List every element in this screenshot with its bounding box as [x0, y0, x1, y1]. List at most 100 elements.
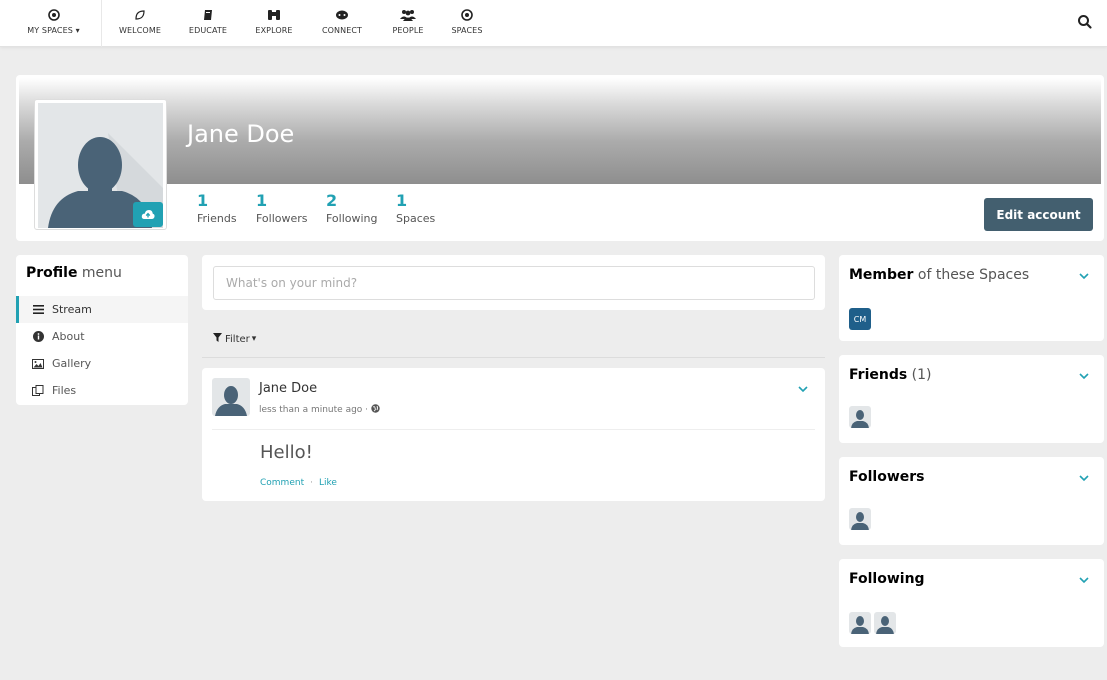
- dot-circle-icon: [461, 6, 473, 24]
- nav-welcome[interactable]: WELCOME: [112, 0, 168, 47]
- widget-title: Following: [849, 571, 925, 587]
- avatar-upload-button[interactable]: [133, 202, 163, 227]
- following-avatar[interactable]: [849, 612, 871, 634]
- member-spaces-widget: Member of these Spaces CM: [839, 255, 1104, 341]
- filter-label: Filter: [225, 333, 250, 345]
- menu-item-files[interactable]: Files: [16, 377, 188, 404]
- menu-item-label: Files: [52, 384, 77, 397]
- nav-connect[interactable]: CONNECT: [314, 0, 370, 47]
- filter-icon: [213, 333, 222, 345]
- info-circle-icon: [30, 331, 46, 342]
- globe-icon: [371, 404, 380, 416]
- stat-value: 1: [197, 191, 209, 210]
- post-timestamp: less than a minute ago ·: [259, 404, 380, 416]
- nav-explore[interactable]: EXPLORE: [249, 0, 299, 47]
- menu-item-stream[interactable]: Stream: [16, 296, 188, 323]
- image-icon: [30, 358, 46, 369]
- comment-link[interactable]: Comment: [260, 478, 304, 488]
- caret-down-icon: ▾: [251, 334, 257, 344]
- files-icon: [30, 385, 46, 396]
- divider: [212, 429, 815, 430]
- edit-account-button[interactable]: Edit account: [984, 198, 1093, 231]
- friend-avatar[interactable]: [849, 406, 871, 428]
- post-time-text: less than a minute ago ·: [259, 405, 369, 415]
- title-bold: Member: [849, 267, 914, 283]
- bars-icon: [30, 305, 46, 314]
- gamepad-icon: [335, 6, 349, 24]
- title-rest: menu: [77, 265, 122, 281]
- post-author-avatar[interactable]: [212, 378, 250, 416]
- avatar-silhouette-icon: [851, 616, 869, 634]
- menu-item-label: Stream: [52, 303, 92, 316]
- avatar-silhouette-icon: [851, 410, 869, 428]
- search-button[interactable]: [1075, 12, 1095, 32]
- nav-educate[interactable]: EDUCATE: [183, 0, 233, 47]
- nav-label: EDUCATE: [188, 26, 228, 35]
- nav-label: CONNECT: [321, 26, 363, 35]
- stat-followers[interactable]: 1 Followers: [256, 191, 308, 226]
- menu-item-gallery[interactable]: Gallery: [16, 350, 188, 377]
- title-rest: (1): [907, 367, 932, 383]
- profile-banner[interactable]: [19, 78, 1101, 184]
- cloud-upload-icon: [141, 210, 155, 219]
- space-badge[interactable]: CM: [849, 308, 871, 330]
- nav-label: WELCOME: [119, 26, 161, 35]
- caret-down-icon: ▾: [75, 26, 80, 35]
- profile-menu-title: Profile menu: [26, 265, 122, 281]
- post-options-chevron-icon[interactable]: [798, 382, 808, 396]
- separator: ·: [310, 478, 313, 488]
- following-avatar[interactable]: [874, 612, 896, 634]
- stat-value: 1: [396, 191, 408, 210]
- like-link[interactable]: Like: [319, 478, 337, 488]
- widget-title: Member of these Spaces: [849, 267, 1029, 283]
- stat-label: Spaces: [396, 212, 436, 225]
- nav-label: MY SPACES: [27, 26, 73, 35]
- title-bold: Followers: [849, 469, 925, 485]
- nav-label: SPACES: [451, 26, 483, 35]
- search-icon: [1078, 15, 1092, 29]
- leaf-icon: [134, 6, 146, 24]
- stat-label: Friends: [197, 212, 237, 225]
- book-icon: [202, 6, 214, 24]
- menu-item-label: About: [52, 330, 85, 343]
- stat-label: Following: [326, 212, 378, 225]
- collapse-chevron-icon[interactable]: [1079, 573, 1089, 587]
- divider: [202, 357, 825, 358]
- post-input[interactable]: [213, 266, 815, 300]
- post-author-name[interactable]: Jane Doe: [259, 381, 317, 396]
- stat-friends[interactable]: 1 Friends: [197, 191, 237, 226]
- nav-label: EXPLORE: [255, 26, 293, 35]
- collapse-chevron-icon[interactable]: [1079, 269, 1089, 283]
- menu-item-about[interactable]: About: [16, 323, 188, 350]
- filter-button[interactable]: Filter ▾: [213, 333, 256, 345]
- friends-widget: Friends (1): [839, 355, 1104, 443]
- stat-spaces[interactable]: 1 Spaces: [396, 191, 436, 226]
- collapse-chevron-icon[interactable]: [1079, 471, 1089, 485]
- widget-title: Followers: [849, 469, 925, 485]
- profile-name: Jane Doe: [187, 120, 295, 148]
- profile-header: [16, 75, 1104, 241]
- stat-following[interactable]: 2 Following: [326, 192, 378, 226]
- nav-spaces[interactable]: SPACES: [445, 0, 489, 47]
- binoculars-icon: [267, 6, 281, 24]
- menu-item-label: Gallery: [52, 357, 92, 370]
- post-actions: Comment · Like: [260, 478, 337, 488]
- top-navigation: MY SPACES ▾ WELCOME EDUCATE EXPLORE CONN…: [0, 0, 1107, 47]
- title-bold: Profile: [26, 265, 78, 281]
- post-content: Hello!: [260, 442, 313, 463]
- nav-label: PEOPLE: [392, 26, 424, 35]
- following-widget: Following: [839, 559, 1104, 647]
- users-icon: [400, 6, 416, 24]
- widget-title: Friends (1): [849, 367, 931, 383]
- avatar-silhouette-icon: [851, 512, 869, 530]
- collapse-chevron-icon[interactable]: [1079, 369, 1089, 383]
- stream-post: Jane Doe less than a minute ago · Hello!…: [202, 368, 825, 501]
- profile-menu: Profile menu Stream About Gallery Files: [16, 255, 188, 405]
- nav-my-spaces[interactable]: MY SPACES ▾: [16, 0, 91, 47]
- nav-people[interactable]: PEOPLE: [385, 0, 431, 47]
- follower-avatar[interactable]: [849, 508, 871, 530]
- stat-value: 1: [256, 191, 268, 210]
- avatar-silhouette-icon: [876, 616, 894, 634]
- post-composer: [202, 255, 825, 310]
- followers-widget: Followers: [839, 457, 1104, 545]
